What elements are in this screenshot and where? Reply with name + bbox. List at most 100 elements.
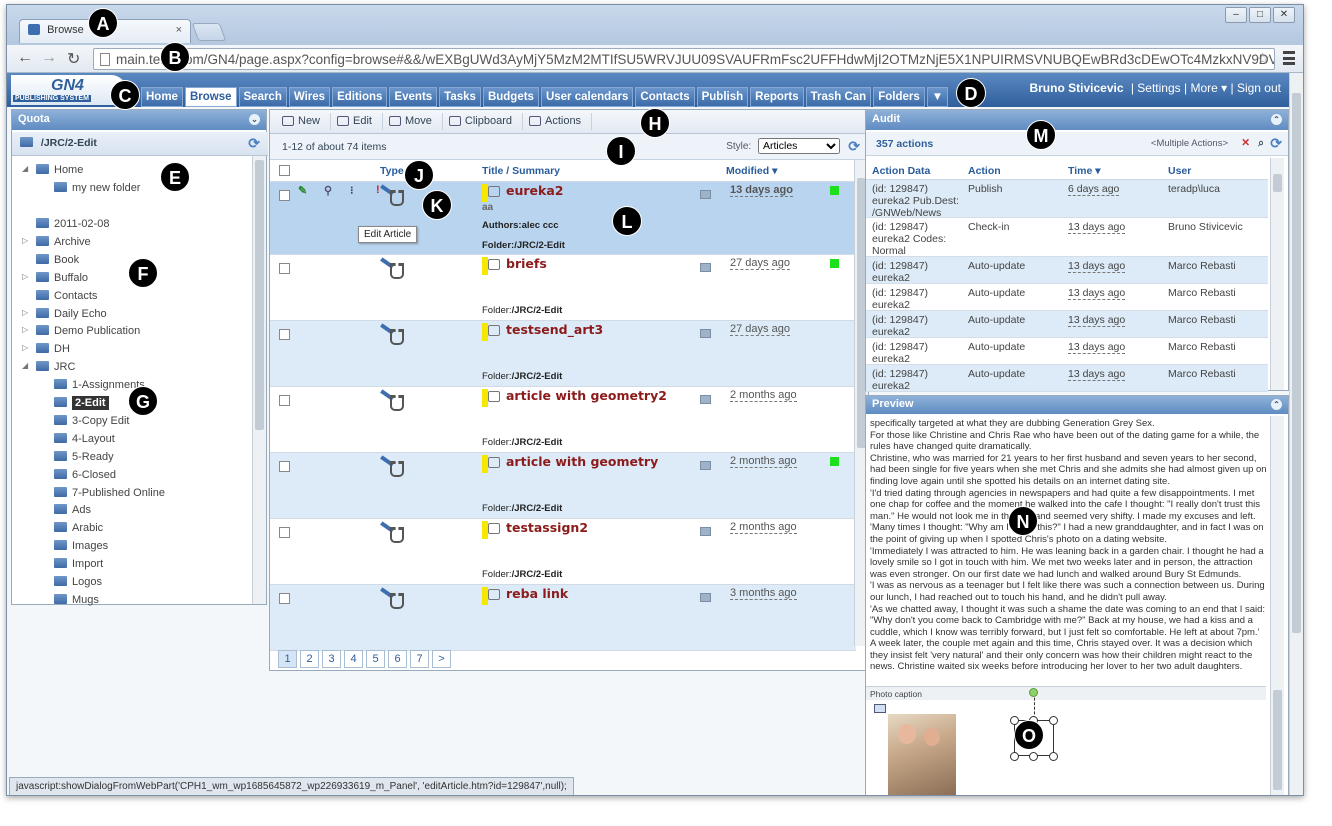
close-tab-icon[interactable]: × [176, 24, 182, 36]
tree-item-folder[interactable]: ▷ Demo Publication [22, 325, 140, 337]
close-window-icon[interactable]: ✕ [1273, 7, 1295, 23]
audit-row[interactable]: (id: 129847) eureka2 Pub.Dest: /GNWeb/Ne… [866, 180, 1268, 218]
expand-arrow-icon[interactable]: ▷ [22, 325, 28, 334]
back-icon[interactable]: ← [17, 49, 33, 67]
tree-item-my-new-folder[interactable]: my new folder [54, 182, 140, 194]
audit-row[interactable]: (id: 129847) eureka2 Auto-update 13 days a… [866, 311, 1268, 338]
preview-collapse-icon[interactable]: ⌃ [1271, 399, 1282, 410]
action-clipboard[interactable]: Clipboard [443, 113, 523, 130]
audit-collapse-icon[interactable]: ⌃ [1271, 114, 1282, 125]
article-title[interactable]: eureka2 [506, 183, 563, 198]
tree-item-folder[interactable]: 2011-02-08 [36, 218, 109, 230]
expand-arrow-icon[interactable]: ▷ [22, 272, 28, 281]
row-checkbox[interactable] [279, 395, 290, 406]
more-link[interactable]: More [1190, 81, 1217, 95]
tree-item-jrc-child[interactable]: 1-Assignments [54, 379, 145, 391]
tree-item-folder[interactable]: ▷ DH [22, 343, 70, 355]
expand-arrow-icon[interactable]: ▷ [22, 343, 28, 352]
address-bar[interactable]: main.teris.com/GN4/page.aspx?config=brow… [93, 48, 1275, 70]
audit-col-user[interactable]: User [1168, 165, 1191, 177]
preview-icon[interactable] [700, 395, 711, 404]
tree-item-jrc-child[interactable]: Import [54, 558, 103, 570]
article-type-icon[interactable] [378, 389, 408, 413]
tree-item-jrc-child[interactable]: 3-Copy Edit [54, 414, 129, 427]
article-type-icon[interactable] [378, 257, 408, 281]
article-title[interactable]: reba link [506, 586, 568, 601]
nav-item-folders[interactable]: Folders [873, 87, 925, 107]
preview-icon[interactable] [700, 190, 711, 199]
row-checkbox[interactable]: ✓ [279, 190, 290, 201]
page-button[interactable]: 7 [410, 650, 429, 668]
rotate-handle[interactable] [1029, 688, 1038, 697]
page-button[interactable]: 4 [344, 650, 363, 668]
tree-item-jrc-child[interactable]: 6-Closed [54, 468, 116, 481]
tree-item-jrc-child[interactable]: 2-Edit [54, 396, 109, 410]
audit-col-time[interactable]: Time ▾ [1068, 165, 1101, 177]
audit-row[interactable]: (id: 129847) eureka2 Auto-update 13 days a… [866, 284, 1268, 311]
row-checkbox[interactable] [279, 461, 290, 472]
tree-item-jrc-child[interactable]: Logos [54, 576, 102, 588]
article-type-icon[interactable] [378, 521, 408, 545]
audit-refresh-icon[interactable]: ⟳ [1270, 135, 1282, 152]
table-row[interactable]: ✎ ⚲ ⁝! ✓ eureka2 13 days ago aa Authors:alec cc… [270, 182, 856, 255]
preview-icon[interactable] [700, 527, 711, 536]
page-button[interactable]: 3 [322, 650, 341, 668]
tree-item-folder[interactable]: Contacts [36, 289, 97, 302]
page-button[interactable]: 5 [366, 650, 385, 668]
audit-row[interactable]: (id: 129847) eureka2 Auto-update 13 days a… [866, 365, 1268, 392]
search-filter-icon[interactable]: ⌕ [1258, 137, 1264, 150]
bookmark-star-icon[interactable]: ☆ [1256, 49, 1270, 69]
article-title[interactable]: article with geometry [506, 454, 658, 469]
tree-item-jrc-child[interactable]: 5-Ready [54, 450, 114, 463]
nav-item-[interactable]: ▼ [926, 87, 949, 107]
table-row[interactable]: article with geometry2 2 months ago Folder… [270, 387, 856, 453]
type-column-header[interactable]: Type [380, 165, 404, 177]
table-row[interactable]: testsend_art3 27 days ago Folder:/JRC/2-Ed… [270, 321, 856, 387]
table-row[interactable]: reba link 3 months ago [270, 585, 856, 651]
table-row[interactable]: testassign2 2 months ago Folder:/JRC/2-Edi… [270, 519, 856, 585]
article-title[interactable]: testsend_art3 [506, 322, 603, 337]
expand-arrow-icon[interactable]: ◢ [22, 361, 28, 370]
resize-handle-ne[interactable] [1049, 716, 1058, 725]
nav-item-editions[interactable]: Editions [332, 87, 388, 107]
nav-item-publish[interactable]: Publish [696, 87, 749, 107]
browser-menu-icon[interactable] [1283, 51, 1295, 65]
article-type-icon[interactable] [378, 455, 408, 479]
minimize-icon[interactable]: – [1225, 7, 1247, 23]
article-type-icon[interactable] [378, 587, 408, 611]
expand-arrow-icon[interactable]: ◢ [22, 164, 28, 173]
row-checkbox[interactable] [279, 593, 290, 604]
article-type-icon[interactable] [378, 323, 408, 347]
nav-item-home[interactable]: Home [141, 87, 183, 107]
action-actions[interactable]: Actions [523, 113, 593, 130]
tree-scrollbar-thumb[interactable] [255, 160, 264, 430]
preview-scrollbar-thumb[interactable] [1273, 690, 1282, 790]
article-type-icon[interactable] [378, 184, 408, 208]
sign-out-link[interactable]: Sign out [1237, 81, 1281, 95]
page-button[interactable]: 6 [388, 650, 407, 668]
page-button[interactable]: 2 [300, 650, 319, 668]
resize-handle-s[interactable] [1029, 752, 1038, 761]
tree-item-folder[interactable]: ◢ JRC [22, 361, 75, 373]
action-move[interactable]: Move [383, 113, 443, 130]
tree-item-jrc-child[interactable]: Mugs [54, 593, 99, 606]
tree-item-jrc-child[interactable]: Images [54, 540, 108, 552]
nav-item-wires[interactable]: Wires [288, 87, 331, 107]
nav-item-contacts[interactable]: Contacts [635, 87, 695, 107]
settings-link[interactable]: Settings [1137, 81, 1180, 95]
audit-row[interactable]: (id: 129847) eureka2 Auto-update 13 days a… [866, 338, 1268, 365]
preview-icon[interactable] [700, 593, 711, 602]
preview-icon[interactable] [700, 329, 711, 338]
table-row[interactable]: briefs 27 days ago Folder:/JRC/2-Edit [270, 255, 856, 321]
new-tab-button[interactable] [191, 23, 227, 41]
nav-item-tasks[interactable]: Tasks [439, 87, 481, 107]
maximize-icon[interactable]: □ [1249, 7, 1271, 23]
row-checkbox[interactable] [279, 263, 290, 274]
nav-item-search[interactable]: Search [238, 87, 287, 107]
preview-scrollbar[interactable] [1270, 416, 1284, 795]
tree-item-folder[interactable]: ▷ Daily Echo [22, 307, 107, 320]
resize-handle-sw[interactable] [1010, 752, 1019, 761]
audit-filter[interactable]: <Multiple Actions> [1151, 138, 1228, 149]
nav-item-reports[interactable]: Reports [750, 87, 804, 107]
style-select[interactable]: Articles [758, 138, 840, 154]
